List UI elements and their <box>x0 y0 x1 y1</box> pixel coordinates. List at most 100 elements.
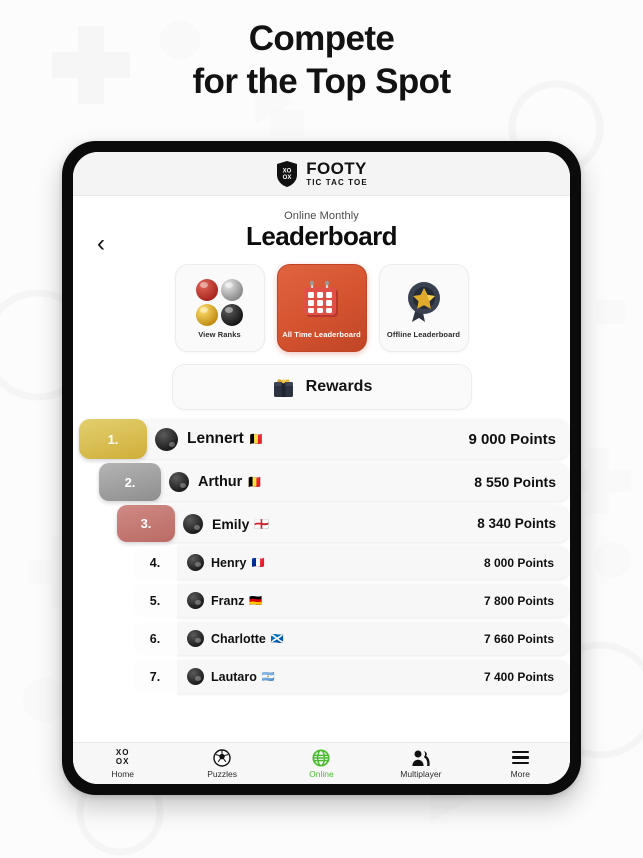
table-row[interactable]: 2. Arthur 🇧🇪 8 550 Points <box>73 463 570 501</box>
medal-orb-red <box>196 278 218 301</box>
avatar <box>183 513 203 534</box>
app-logo: XO OX FOOTY TIC TAC TOE <box>275 160 368 188</box>
bottom-navigation-bar: XO OX Home Puzzles Online Multiplayer Mo… <box>73 742 570 784</box>
player-name: Henry <box>211 555 247 570</box>
svg-text:OX: OX <box>283 175 292 181</box>
player-name: Emily <box>212 515 250 532</box>
country-flag-icon: 🏴󠁧󠁢󠁳󠁣󠁴󠁿 <box>270 633 284 645</box>
medal-orb-silver <box>221 278 243 301</box>
globe-icon <box>312 748 331 767</box>
tablet-device-frame: XO OX FOOTY TIC TAC TOE ‹ Online Monthly… <box>62 141 581 795</box>
rank-badge: 3. <box>117 505 175 542</box>
table-row[interactable]: 5. Franz 🇩🇪 7 800 Points <box>73 584 570 617</box>
leaderboard-page: ‹ Online Monthly Leaderboard View Ranks … <box>73 196 570 784</box>
table-row[interactable]: 4. Henry 🇫🇷 8 000 Points <box>73 546 570 579</box>
table-row[interactable]: 1. Lennert 🇧🇪 9 000 Points <box>73 419 570 459</box>
card-label-all-time: All Time Leaderboard <box>282 330 361 339</box>
nav-label-puzzles: Puzzles <box>207 769 237 779</box>
nav-item-multiplayer[interactable]: Multiplayer <box>386 748 456 779</box>
nav-label-home: Home <box>111 769 135 779</box>
back-chevron-icon[interactable]: ‹ <box>97 232 105 256</box>
rank-badge: 5. <box>133 584 177 617</box>
row-body: Charlotte 🏴󠁧󠁢󠁳󠁣󠁴󠁿 7 660 Points <box>177 622 570 655</box>
row-body: Henry 🇫🇷 8 000 Points <box>177 546 570 579</box>
table-row[interactable]: 3. Emily 🏴󠁧󠁢󠁥󠁮󠁧󠁿 8 340 Points <box>73 505 570 542</box>
rewards-button[interactable]: Rewards <box>171 364 472 410</box>
rank-badge: 6. <box>133 622 177 655</box>
card-offline-leaderboard[interactable]: Offline Leaderboard <box>378 264 469 352</box>
player-name: Lennert <box>187 430 244 447</box>
row-body: Lennert 🇧🇪 9 000 Points <box>133 419 570 459</box>
page-header: ‹ Online Monthly Leaderboard <box>73 196 570 256</box>
soccer-ball-icon <box>213 748 231 767</box>
rank-badge: 7. <box>133 660 177 693</box>
row-body: Emily 🏴󠁧󠁢󠁥󠁮󠁧󠁿 8 340 Points <box>161 505 570 542</box>
player-points: 7 800 Points <box>483 593 554 608</box>
logo-name: FOOTY <box>306 159 367 178</box>
card-label-view-ranks: View Ranks <box>198 330 241 339</box>
nav-label-online: Online <box>309 769 334 779</box>
leaderboard-mode-cards: View Ranks All Time Leaderboard Offline … <box>73 264 570 352</box>
nav-item-more[interactable]: More <box>485 748 555 779</box>
player-points: 8 340 Points <box>477 516 556 531</box>
calendar-icon <box>299 274 345 330</box>
table-row[interactable]: 7. Lautaro 🇦🇷 7 400 Points <box>73 660 570 693</box>
medal-orb-black <box>221 303 243 326</box>
medal-orb-gold <box>196 303 218 326</box>
medals-icon <box>196 274 243 330</box>
nav-item-online[interactable]: Online <box>286 748 356 779</box>
country-flag-icon: 🇧🇪 <box>247 475 263 489</box>
country-flag-icon: 🏴󠁧󠁢󠁥󠁮󠁧󠁿 <box>254 516 270 531</box>
screenshot-root: Compete for the Top Spot XO OX FOOTY TIC… <box>0 0 643 858</box>
player-name: Charlotte <box>211 631 266 646</box>
player-points: 7 400 Points <box>483 669 554 684</box>
avatar <box>155 427 178 451</box>
country-flag-icon: 🇩🇪 <box>249 595 263 607</box>
headline-line-1: Compete <box>248 19 395 58</box>
avatar <box>187 592 204 609</box>
avatar <box>187 630 204 647</box>
shield-xo-icon: XO OX <box>277 160 298 187</box>
gift-box-icon <box>273 378 293 397</box>
player-points: 8 000 Points <box>483 555 554 570</box>
headline-line-2: for the Top Spot <box>192 61 451 101</box>
player-points: 8 550 Points <box>474 474 556 490</box>
row-body: Lautaro 🇦🇷 7 400 Points <box>177 660 570 693</box>
country-flag-icon: 🇫🇷 <box>251 557 265 569</box>
rank-badge: 4. <box>133 546 177 579</box>
player-name: Arthur <box>198 474 243 490</box>
nav-label-more: More <box>510 769 530 779</box>
card-view-ranks[interactable]: View Ranks <box>174 264 265 352</box>
app-top-bar: XO OX FOOTY TIC TAC TOE <box>73 152 570 196</box>
table-row[interactable]: 6. Charlotte 🏴󠁧󠁢󠁳󠁣󠁴󠁿 7 660 Points <box>73 622 570 655</box>
star-badge-icon <box>401 274 447 330</box>
avatar <box>169 472 189 492</box>
xo-grid-icon: XO OX <box>115 748 130 766</box>
page-headline: Compete for the Top Spot <box>0 18 643 103</box>
logo-tagline: TIC TAC TOE <box>306 178 368 187</box>
people-icon <box>411 748 431 767</box>
player-name: Lautaro <box>211 669 257 684</box>
card-label-offline: Offline Leaderboard <box>386 330 461 339</box>
player-name: Franz <box>211 593 245 608</box>
nav-item-puzzles[interactable]: Puzzles <box>187 748 257 779</box>
player-points: 7 660 Points <box>483 631 554 646</box>
leaderboard-list: 1. Lennert 🇧🇪 9 000 Points 2. Arthur 🇧🇪 <box>73 419 570 693</box>
rank-badge: 2. <box>99 463 161 501</box>
page-title: Leaderboard <box>246 221 397 251</box>
player-points: 9 000 Points <box>468 430 556 448</box>
device-screen: XO OX FOOTY TIC TAC TOE ‹ Online Monthly… <box>73 152 570 784</box>
rewards-label: Rewards <box>305 378 373 395</box>
nav-item-home[interactable]: XO OX Home <box>88 748 158 779</box>
rank-badge: 1. <box>79 419 147 459</box>
svg-text:XO: XO <box>283 168 292 174</box>
row-body: Arthur 🇧🇪 8 550 Points <box>147 463 570 501</box>
card-all-time-leaderboard[interactable]: All Time Leaderboard <box>276 264 367 352</box>
nav-label-multiplayer: Multiplayer <box>400 769 442 779</box>
hamburger-icon <box>511 748 529 767</box>
avatar <box>187 554 204 571</box>
country-flag-icon: 🇦🇷 <box>261 671 275 683</box>
avatar <box>187 668 204 685</box>
row-body: Franz 🇩🇪 7 800 Points <box>177 584 570 617</box>
country-flag-icon: 🇧🇪 <box>248 432 264 446</box>
